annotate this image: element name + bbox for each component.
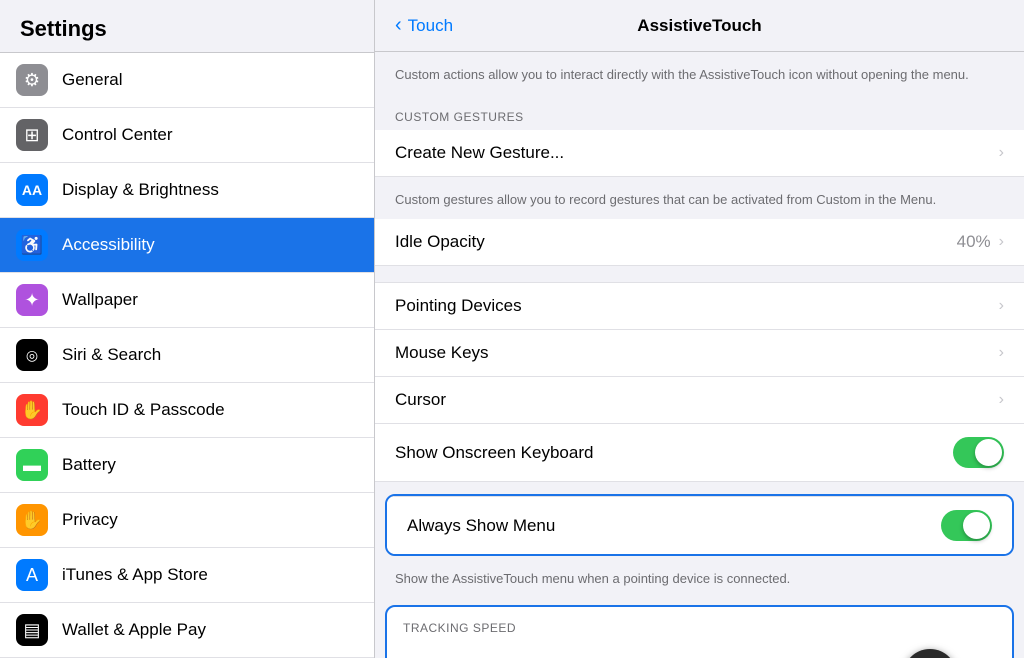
touchid-icon: ✋ xyxy=(16,394,48,426)
create-gesture-label: Create New Gesture... xyxy=(395,143,564,163)
back-button[interactable]: ‹ Touch xyxy=(395,14,453,37)
sidebar-item-wallet[interactable]: ▤ Wallet & Apple Pay xyxy=(0,603,374,658)
large-knob[interactable] xyxy=(903,649,957,658)
create-gesture-chevron-icon: › xyxy=(999,144,1004,162)
spacer-1 xyxy=(375,266,1024,282)
wallpaper-icon: ✦ xyxy=(16,284,48,316)
create-gesture-row[interactable]: Create New Gesture... › xyxy=(375,130,1024,177)
always-show-row[interactable]: Always Show Menu xyxy=(387,496,1012,554)
always-show-label: Always Show Menu xyxy=(407,516,555,536)
always-show-section: Always Show Menu xyxy=(385,494,1014,556)
always-show-toggle-knob xyxy=(963,512,990,539)
main-header: ‹ Touch AssistiveTouch xyxy=(375,0,1024,52)
mouse-keys-right: › xyxy=(999,344,1004,362)
mouse-keys-label: Mouse Keys xyxy=(395,343,489,363)
sidebar-item-touchid[interactable]: ✋ Touch ID & Passcode xyxy=(0,383,374,438)
show-keyboard-toggle-knob xyxy=(975,439,1002,466)
sidebar-item-label-wallet: Wallet & Apple Pay xyxy=(62,620,206,640)
sidebar-item-label-itunes: iTunes & App Store xyxy=(62,565,208,585)
display-icon: AA xyxy=(16,174,48,206)
page-title: AssistiveTouch xyxy=(637,16,761,36)
sidebar-item-display[interactable]: AA Display & Brightness xyxy=(0,163,374,218)
siri-icon: ◎ xyxy=(16,339,48,371)
tracking-slider-row: 🐢 🐇 xyxy=(403,649,996,658)
sidebar-item-label-display: Display & Brightness xyxy=(62,180,219,200)
content-body: Custom actions allow you to interact dir… xyxy=(375,52,1024,658)
back-chevron-icon: ‹ xyxy=(395,14,402,37)
pointing-devices-chevron-icon: › xyxy=(999,297,1004,315)
sidebar-item-wallpaper[interactable]: ✦ Wallpaper xyxy=(0,273,374,328)
battery-icon: ▬ xyxy=(16,449,48,481)
sidebar-item-privacy[interactable]: ✋ Privacy xyxy=(0,493,374,548)
sidebar-item-itunes[interactable]: AiTunes & App Store xyxy=(0,548,374,603)
cursor-row[interactable]: Cursor › xyxy=(375,377,1024,424)
idle-opacity-row[interactable]: Idle Opacity 40% › xyxy=(375,219,1024,266)
mouse-keys-row[interactable]: Mouse Keys › xyxy=(375,330,1024,377)
show-keyboard-toggle[interactable] xyxy=(953,437,1004,468)
pointing-devices-label: Pointing Devices xyxy=(395,296,522,316)
sidebar-item-label-battery: Battery xyxy=(62,455,116,475)
custom-gestures-label: CUSTOM GESTURES xyxy=(375,94,1024,130)
always-show-toggle[interactable] xyxy=(941,510,992,541)
pointing-devices-right: › xyxy=(999,297,1004,315)
itunes-icon: A xyxy=(16,559,48,591)
sidebar: Settings ⚙ General ⊞ Control Center AA Displa… xyxy=(0,0,375,658)
sidebar-item-label-general: General xyxy=(62,70,122,90)
create-gesture-right: › xyxy=(999,144,1004,162)
sidebar-title: Settings xyxy=(0,0,374,53)
main-content: ‹ Touch AssistiveTouch Custom actions al… xyxy=(375,0,1024,658)
cursor-label: Cursor xyxy=(395,390,446,410)
sidebar-item-battery[interactable]: ▬ Battery xyxy=(0,438,374,493)
idle-opacity-value: 40% xyxy=(957,232,991,252)
back-label: Touch xyxy=(408,16,453,36)
top-description: Custom actions allow you to interact dir… xyxy=(375,52,1024,94)
show-keyboard-row[interactable]: Show Onscreen Keyboard xyxy=(375,424,1024,482)
gesture-description: Custom gestures allow you to record gest… xyxy=(375,177,1024,219)
sidebar-items-list: ⚙ General ⊞ Control Center AA Display & Brigh… xyxy=(0,53,374,658)
tracking-speed-section: TRACKING SPEED 🐢 xyxy=(385,605,1014,658)
sidebar-item-label-privacy: Privacy xyxy=(62,510,118,530)
tracking-speed-label: TRACKING SPEED xyxy=(403,621,996,635)
pointing-rows-group: Pointing Devices › Mouse Keys › Cursor › xyxy=(375,282,1024,482)
cursor-right: › xyxy=(999,391,1004,409)
general-icon: ⚙ xyxy=(16,64,48,96)
cursor-chevron-icon: › xyxy=(999,391,1004,409)
spacer-2 xyxy=(375,482,1024,488)
wallet-icon: ▤ xyxy=(16,614,48,646)
idle-opacity-chevron-icon: › xyxy=(999,233,1004,251)
idle-opacity-right: 40% › xyxy=(957,232,1004,252)
sidebar-item-label-wallpaper: Wallpaper xyxy=(62,290,138,310)
always-show-description: Show the AssistiveTouch menu when a poin… xyxy=(375,562,1024,598)
idle-opacity-label: Idle Opacity xyxy=(395,232,485,252)
sidebar-item-label-control-center: Control Center xyxy=(62,125,173,145)
sidebar-item-label-touchid: Touch ID & Passcode xyxy=(62,400,225,420)
sidebar-item-label-siri: Siri & Search xyxy=(62,345,161,365)
sidebar-item-general[interactable]: ⚙ General xyxy=(0,53,374,108)
show-keyboard-label: Show Onscreen Keyboard xyxy=(395,443,593,463)
pointing-devices-row[interactable]: Pointing Devices › xyxy=(375,282,1024,330)
accessibility-icon: ♿ xyxy=(16,229,48,261)
mouse-keys-chevron-icon: › xyxy=(999,344,1004,362)
app-container: Settings ⚙ General ⊞ Control Center AA Displa… xyxy=(0,0,1024,658)
sidebar-item-control-center[interactable]: ⊞ Control Center xyxy=(0,108,374,163)
sidebar-item-siri[interactable]: ◎ Siri & Search xyxy=(0,328,374,383)
privacy-icon: ✋ xyxy=(16,504,48,536)
sidebar-item-accessibility[interactable]: ♿ Accessibility xyxy=(0,218,374,273)
control-center-icon: ⊞ xyxy=(16,119,48,151)
sidebar-item-label-accessibility: Accessibility xyxy=(62,235,155,255)
